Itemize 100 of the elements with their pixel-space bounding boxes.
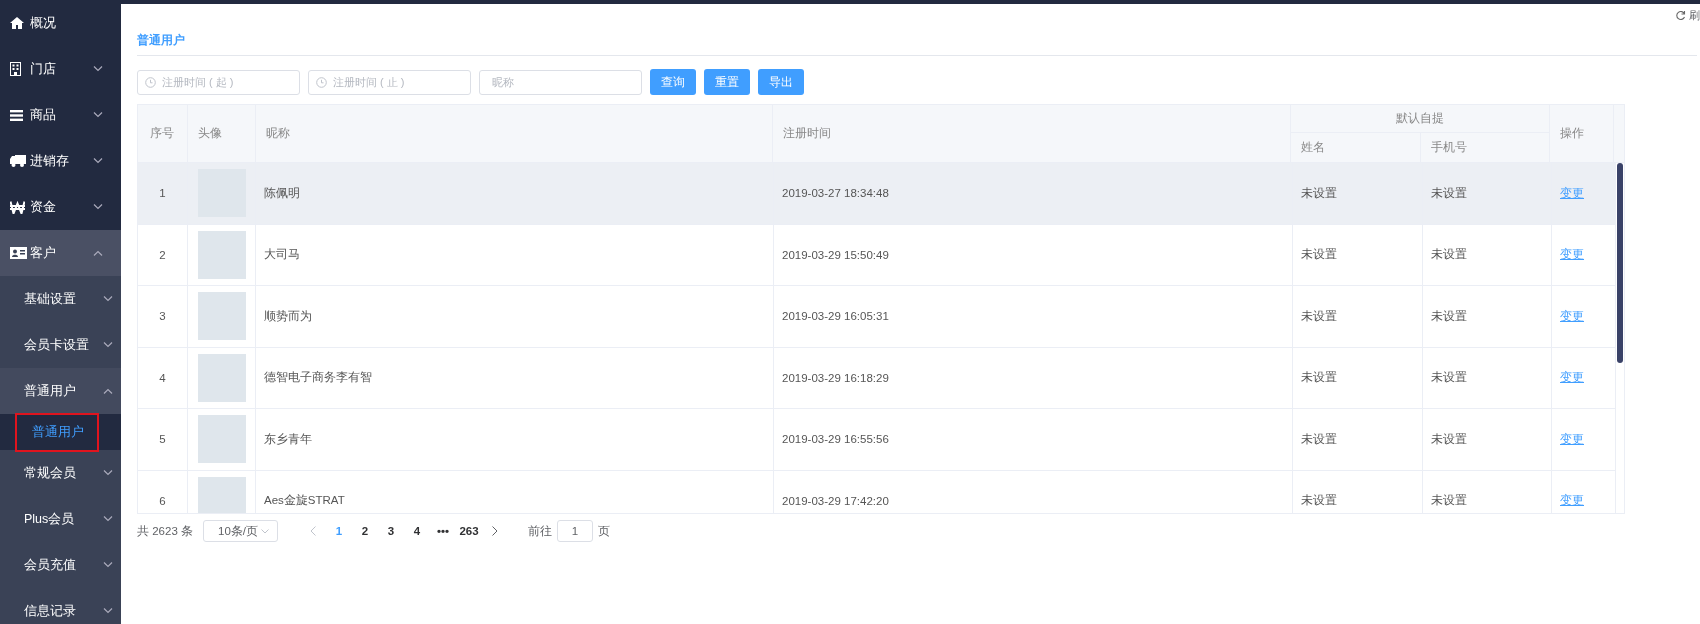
page-number[interactable]: 2	[352, 525, 378, 537]
submenu-item[interactable]: 会员卡设置	[0, 322, 121, 368]
chevron-icon	[93, 112, 103, 118]
table-cell: Aes金旋STRAT	[264, 493, 345, 509]
table-cell: 未设置	[1431, 493, 1467, 509]
refresh-icon	[1675, 10, 1686, 21]
chevron-icon	[103, 296, 113, 302]
menu-item[interactable]: 商品	[0, 92, 121, 138]
scrollbar-thumb[interactable]	[1617, 163, 1623, 363]
won-sign-icon	[10, 200, 25, 214]
date-field[interactable]: 注册时间 ( 起 )	[137, 69, 300, 95]
table-row[interactable]: 2 大司马 2019-03-29 15:50:49 未设置 未设置 变更	[138, 224, 1616, 286]
clock-icon	[316, 76, 327, 88]
table-cell: 未设置	[1431, 370, 1467, 386]
submenu-item[interactable]: 基础设置	[0, 276, 121, 322]
table-cell: 德智电子商务李有智	[264, 370, 372, 386]
chevron-icon	[93, 204, 103, 210]
chevron-icon	[103, 516, 113, 522]
column-header: 昵称	[255, 105, 773, 162]
table-row[interactable]: 4 德智电子商务李有智 2019-03-29 16:18:29 未设置 未设置 变更	[138, 347, 1616, 409]
menu-item[interactable]: 门店	[0, 46, 121, 92]
table-row[interactable]: 5 东乡青年 2019-03-29 16:55:56 未设置 未设置 变更	[138, 409, 1616, 471]
table-cell: 6	[159, 494, 166, 507]
table-cell: 大司马	[264, 247, 300, 263]
table-cell: 2	[159, 248, 166, 261]
table-cell: 2019-03-29 16:55:56	[782, 433, 889, 446]
chevron-icon	[103, 608, 113, 614]
submenu-item[interactable]: 会员充值	[0, 542, 121, 588]
page-size-select[interactable]: 10条/页	[203, 520, 278, 542]
photo-placeholder	[198, 415, 246, 464]
table-cell: 未设置	[1301, 247, 1337, 263]
table-cell: 未设置	[1431, 247, 1467, 263]
goto-label: 前往	[528, 523, 552, 539]
table-cell: 未设置	[1431, 308, 1467, 324]
table-cell: 2019-03-27 18:34:48	[782, 187, 889, 200]
column-header: 序号	[138, 105, 188, 162]
table-cell: 2019-03-29 17:42:20	[782, 494, 889, 507]
submenu-item[interactable]: 信息记录	[0, 588, 121, 624]
photo-placeholder	[198, 353, 246, 402]
chevron-icon	[103, 562, 113, 568]
refresh-button[interactable]: 刷	[1675, 8, 1700, 23]
table-cell: 4	[159, 371, 166, 384]
home-icon	[10, 17, 24, 29]
page-input[interactable]: 1	[557, 520, 593, 542]
table-cell: 3	[159, 310, 166, 323]
submenu-item[interactable]: 普通用户	[0, 368, 121, 414]
table-cell: 未设置	[1301, 185, 1337, 201]
menu-icon	[10, 109, 23, 121]
column-header: 手机号	[1421, 133, 1551, 162]
table-cell: 顺势而为	[264, 308, 312, 324]
chevron-icon	[103, 388, 113, 394]
clock-icon	[145, 76, 156, 88]
column-header: 姓名	[1291, 133, 1422, 162]
chevron-icon	[93, 250, 103, 256]
photo-placeholder	[198, 230, 246, 279]
table-cell: 5	[159, 433, 166, 446]
table-cell: 东乡青年	[264, 431, 312, 447]
submenu-item[interactable]: 普通用户	[17, 414, 97, 450]
table-cell: 2019-03-29 16:05:31	[782, 310, 889, 323]
chevron-icon	[103, 342, 113, 348]
previous-page-icon[interactable]	[310, 526, 316, 536]
table-cell: 未设置	[1301, 493, 1337, 509]
chevron-icon	[103, 470, 113, 476]
table-row[interactable]: 3 顺势而为 2019-03-29 16:05:31 未设置 未设置 变更	[138, 286, 1616, 348]
menu-item[interactable]: 客户	[0, 230, 121, 276]
column-header: 注册时间	[772, 105, 1292, 162]
menu-item[interactable]: 概况	[0, 0, 121, 46]
table-cell: 陈佩明	[264, 185, 300, 201]
table-cell: 2019-03-29 16:18:29	[782, 371, 889, 384]
column-header: 头像	[187, 105, 256, 162]
next-page-icon[interactable]	[492, 526, 498, 536]
total-count: 共 2623 条	[137, 523, 193, 539]
page-number[interactable]: •••	[430, 525, 456, 537]
truck-icon	[10, 155, 26, 167]
table-cell: 未设置	[1301, 308, 1337, 324]
table-cell: 1	[159, 187, 166, 200]
chevron-icon	[261, 528, 269, 534]
page-number[interactable]: 263	[456, 525, 482, 537]
page-title: 普通用户	[137, 33, 185, 47]
column-header: 操作	[1550, 105, 1614, 162]
menu-item[interactable]: 资金	[0, 184, 121, 230]
photo-placeholder	[198, 292, 246, 341]
submenu-item[interactable]: 常规会员	[0, 450, 121, 496]
page-suffix: 页	[598, 523, 610, 539]
table-cell: 未设置	[1431, 431, 1467, 447]
table-cell: 未设置	[1301, 431, 1337, 447]
table-row[interactable]: 1 陈佩明 2019-03-27 18:34:48 未设置 未设置 变更	[138, 163, 1616, 225]
nickname-field[interactable]: 昵称	[479, 69, 642, 95]
page-number[interactable]: 4	[404, 525, 430, 537]
page-number[interactable]: 3	[378, 525, 404, 537]
submenu-item[interactable]: Plus会员	[0, 496, 121, 542]
column-group-header: 默认自提	[1291, 105, 1551, 133]
chevron-icon	[93, 158, 103, 164]
menu-item[interactable]: 进销存	[0, 138, 121, 184]
chevron-icon	[93, 66, 103, 72]
table-cell: 未设置	[1301, 370, 1337, 386]
table-cell: 2019-03-29 15:50:49	[782, 248, 889, 261]
id-card-icon	[10, 247, 27, 259]
building-icon	[10, 62, 21, 76]
table-cell: 未设置	[1431, 185, 1467, 201]
